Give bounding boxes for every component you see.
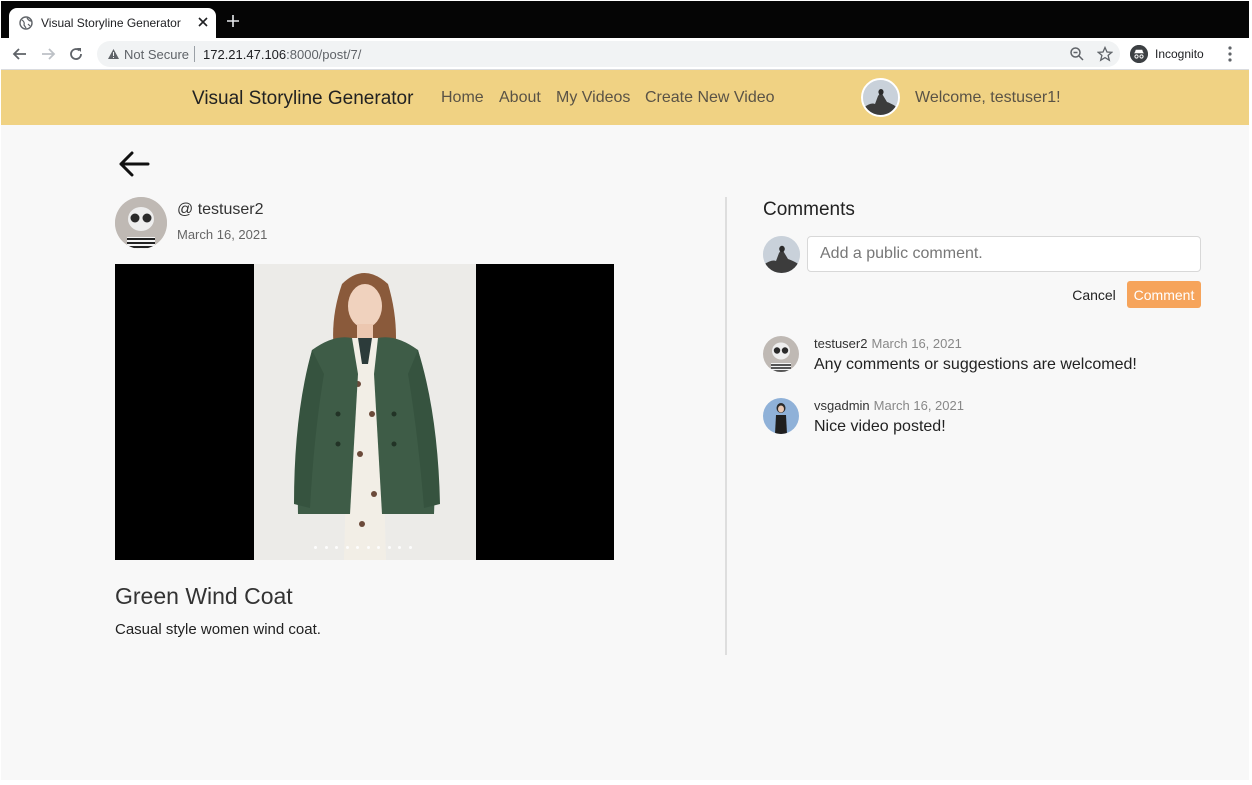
video-progress-dot[interactable] — [356, 546, 359, 549]
address-bar[interactable]: Not Secure 172.21.47.106:8000/post/7/ — [97, 41, 1120, 67]
comment-date: March 16, 2021 — [871, 336, 962, 351]
nav-link-create-video[interactable]: Create New Video — [645, 89, 775, 107]
author-avatar-image — [115, 197, 167, 249]
comments-heading: Comments — [763, 199, 855, 220]
comment-date: March 16, 2021 — [873, 398, 964, 413]
current-user-avatar-image — [763, 236, 800, 273]
model-image — [254, 264, 476, 560]
security-label: Not Secure — [124, 47, 190, 62]
video-progress-dot[interactable] — [335, 546, 338, 549]
comment-meta: testuser2 March 16, 2021 — [814, 336, 962, 351]
incognito-label: Incognito — [1155, 47, 1204, 61]
more-vert-icon[interactable] — [1223, 45, 1237, 63]
welcome-text: Welcome, testuser1! — [915, 89, 1061, 106]
video-progress-dot[interactable] — [366, 546, 370, 549]
post-description: Casual style women wind coat. — [115, 621, 321, 638]
video-progress-dot[interactable] — [314, 546, 317, 549]
tab-title: Visual Storyline Generator — [41, 16, 181, 30]
star-icon[interactable] — [1097, 46, 1113, 62]
comment-username[interactable]: testuser2 — [814, 336, 867, 351]
comment-meta: vsgadmin March 16, 2021 — [814, 398, 964, 413]
commenter-avatar-image — [763, 398, 799, 434]
brand-title[interactable]: Visual Storyline Generator — [192, 88, 413, 110]
warning-icon — [108, 49, 119, 59]
zoom-icon[interactable] — [1069, 46, 1085, 62]
column-divider — [725, 197, 727, 655]
video-progress-dot[interactable] — [387, 546, 391, 549]
globe-icon — [19, 16, 33, 30]
commenter-avatar[interactable] — [763, 398, 799, 434]
comment-submit-button[interactable]: Comment — [1127, 281, 1201, 308]
video-progress-dot[interactable] — [398, 546, 401, 549]
comment-input[interactable] — [807, 236, 1201, 272]
post-date: March 16, 2021 — [177, 227, 268, 242]
back-arrow-icon[interactable] — [117, 149, 151, 179]
comment-item: vsgadmin March 16, 2021 Nice video posted… — [763, 398, 1203, 448]
commenter-avatar-image — [763, 336, 799, 372]
url-text: 172.21.47.106:8000/post/7/ — [203, 47, 361, 62]
url-path: :8000/post/7/ — [286, 47, 362, 62]
video-progress-dot[interactable] — [408, 546, 412, 549]
close-icon[interactable] — [195, 14, 211, 30]
browser-toolbar: Not Secure 172.21.47.106:8000/post/7/ In… — [1, 38, 1249, 70]
plus-icon[interactable] — [225, 13, 241, 29]
browser-tab[interactable]: Visual Storyline Generator — [9, 8, 216, 38]
video-progress-dot[interactable] — [345, 546, 349, 549]
video-progress-dot[interactable] — [324, 546, 328, 549]
video-progress-dot[interactable] — [377, 546, 380, 549]
site-navbar: Visual Storyline Generator Home About My… — [1, 70, 1249, 125]
incognito-badge[interactable]: Incognito — [1127, 42, 1213, 66]
current-user-avatar — [763, 236, 800, 273]
user-avatar[interactable] — [861, 78, 900, 117]
incognito-icon — [1130, 45, 1148, 63]
author-avatar[interactable] — [115, 197, 167, 249]
comment-text: Nice video posted! — [814, 418, 946, 435]
reload-icon[interactable] — [66, 44, 86, 64]
nav-link-my-videos[interactable]: My Videos — [556, 89, 630, 107]
tab-bar: Visual Storyline Generator — [1, 1, 1249, 38]
video-player[interactable] — [115, 264, 614, 560]
cancel-button[interactable]: Cancel — [1065, 282, 1123, 308]
comment-username[interactable]: vsgadmin — [814, 398, 870, 413]
browser-window: Visual Storyline Generator Not Secure 17… — [1, 1, 1249, 780]
comment-item: testuser2 March 16, 2021 Any comments or … — [763, 336, 1203, 386]
address-separator — [194, 46, 195, 62]
nav-link-home[interactable]: Home — [441, 89, 484, 107]
commenter-avatar[interactable] — [763, 336, 799, 372]
back-icon[interactable] — [10, 44, 30, 64]
forward-icon[interactable] — [38, 44, 58, 64]
nav-link-about[interactable]: About — [499, 89, 541, 107]
url-host: 172.21.47.106 — [203, 47, 287, 62]
avatar-image — [863, 80, 898, 115]
post-title: Green Wind Coat — [115, 583, 293, 609]
video-frame — [254, 264, 476, 560]
comment-text: Any comments or suggestions are welcomed… — [814, 356, 1137, 373]
author-handle[interactable]: @ testuser2 — [177, 201, 264, 219]
